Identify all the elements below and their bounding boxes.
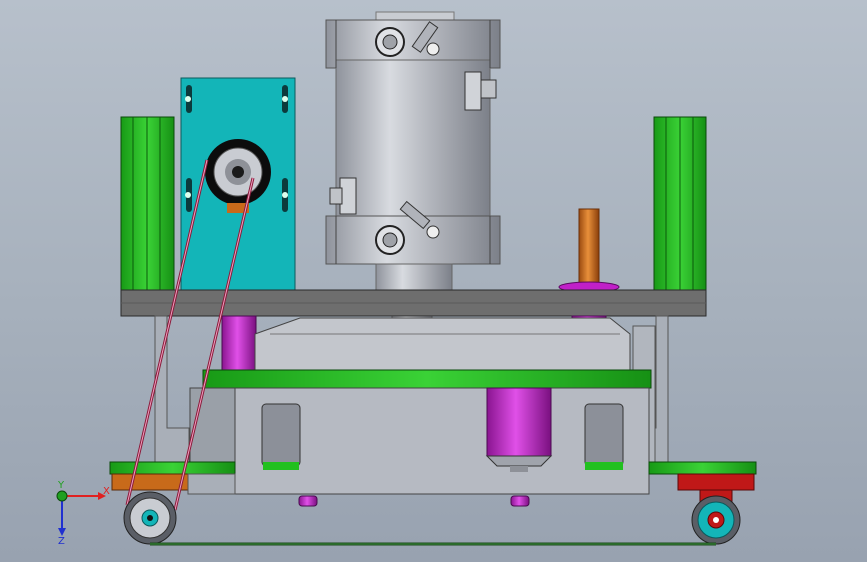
gray-top-plate[interactable] [120, 289, 707, 317]
cad-viewport[interactable]: X Y Z [0, 0, 867, 562]
right-green-upright[interactable] [653, 116, 707, 291]
coordinate-triad: X Y Z [56, 480, 110, 547]
x-axis-label: X [103, 486, 110, 497]
left-green-upright[interactable] [120, 116, 175, 291]
assembly-drawing[interactable]: X Y Z [0, 0, 867, 562]
left-drive-wheel[interactable] [123, 491, 177, 545]
right-caster-wheel[interactable] [677, 473, 755, 545]
copper-post[interactable] [558, 208, 620, 293]
middle-green-plate[interactable] [202, 369, 652, 389]
y-axis-label: Y [57, 480, 65, 491]
silver-press-block[interactable] [254, 317, 631, 373]
y-axis-dot [56, 490, 68, 502]
z-axis-label: Z [58, 536, 65, 547]
vertical-cylinder-motor[interactable] [325, 11, 501, 333]
magenta-bolts [298, 495, 530, 507]
teal-motor-mount[interactable] [180, 77, 296, 291]
lower-carriage-body[interactable] [189, 387, 650, 495]
magenta-center-cylinder[interactable] [485, 387, 553, 472]
